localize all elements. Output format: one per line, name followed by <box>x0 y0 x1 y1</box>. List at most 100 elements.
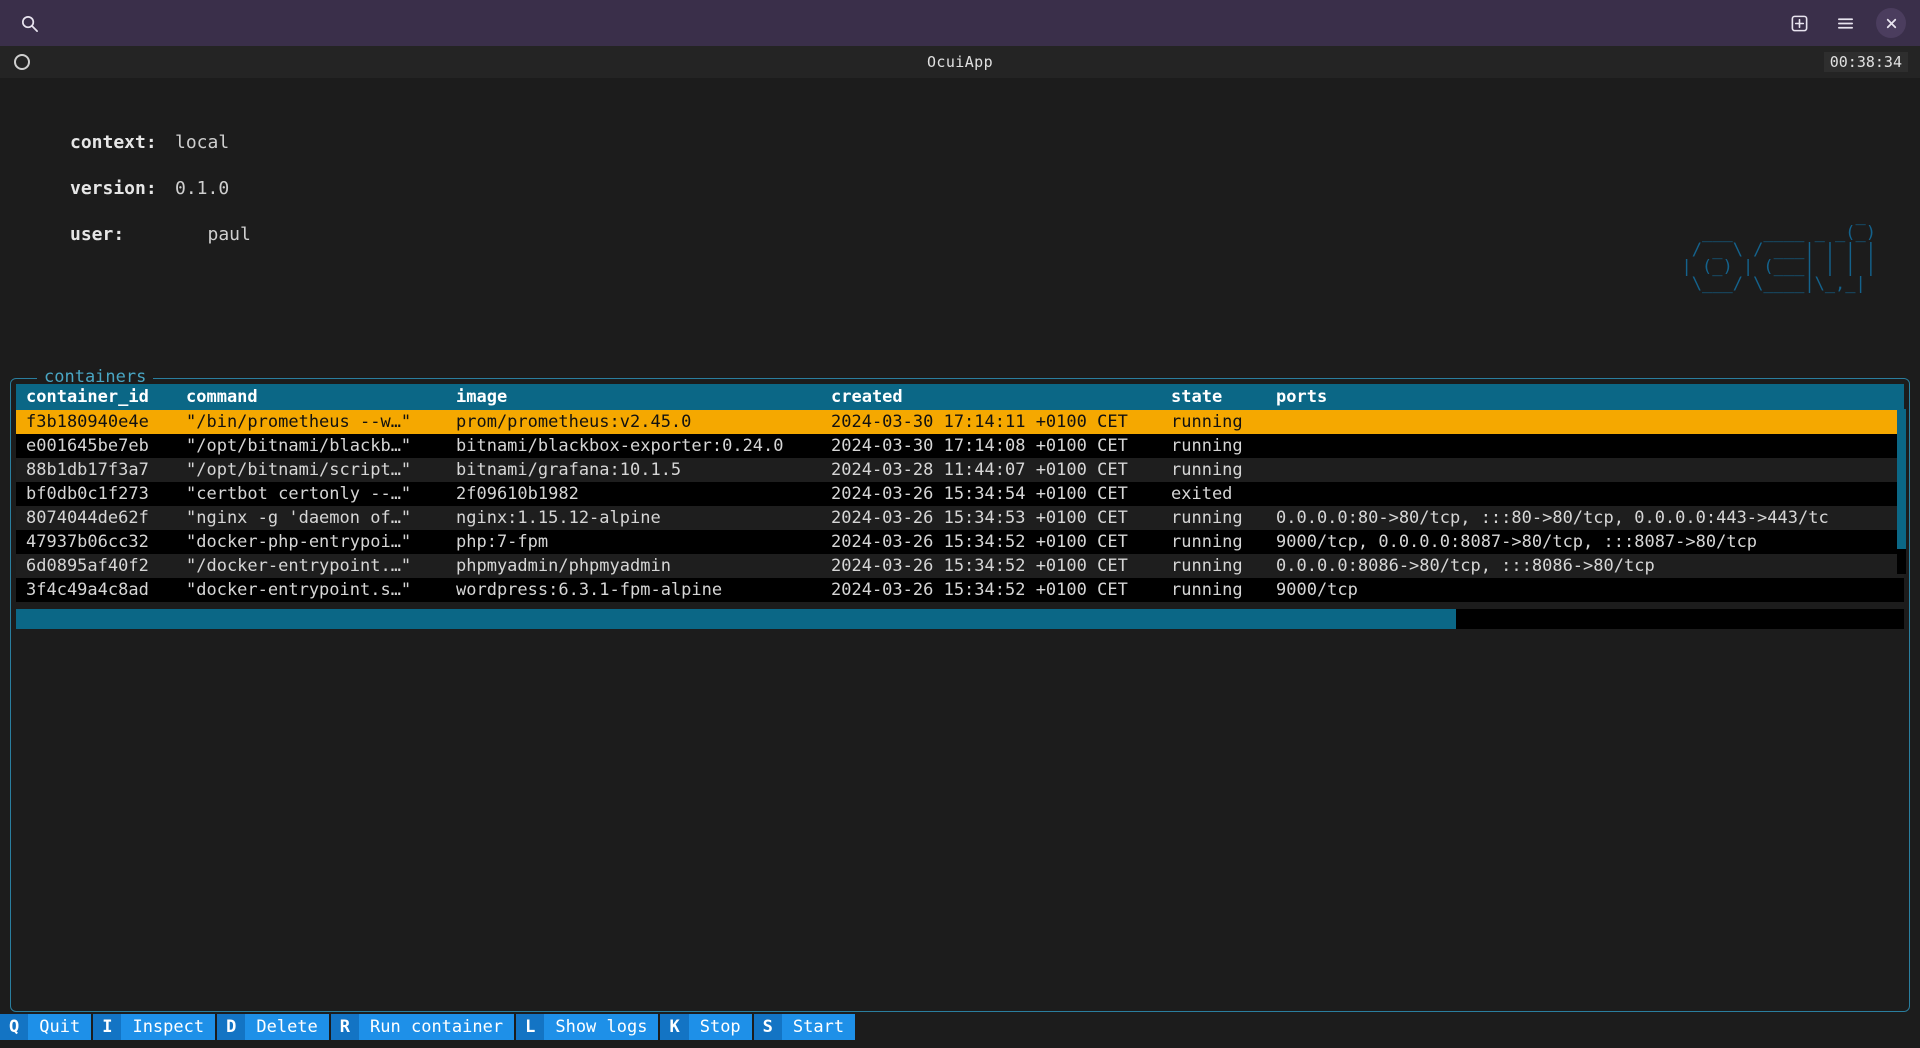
cell-ports: 9000/tcp <box>1266 578 1904 602</box>
cell-image: 2f09610b1982 <box>446 482 821 506</box>
cell-command: "certbot certonly --…" <box>176 482 446 506</box>
cell-created: 2024-03-26 15:34:52 +0100 CET <box>821 554 1161 578</box>
keybind-key-show-logs[interactable]: L <box>516 1014 544 1040</box>
cell-command: "/docker-entrypoint.…" <box>176 554 446 578</box>
cell-command: "docker-php-entrypoi…" <box>176 530 446 554</box>
cell-state: running <box>1161 554 1266 578</box>
cell-created: 2024-03-30 17:14:11 +0100 CET <box>821 410 1161 434</box>
table-row[interactable]: 8074044de62f"nginx -g 'daemon of…"nginx:… <box>16 506 1904 530</box>
containers-table-wrap[interactable]: container_id command image created state… <box>16 384 1904 609</box>
info-value: paul <box>175 212 251 258</box>
info-key: context: <box>70 120 175 166</box>
terminal-tab-strip: OcuiApp 00:38:34 <box>0 46 1920 78</box>
column-header-ports[interactable]: ports <box>1266 384 1904 410</box>
cell-command: "nginx -g 'daemon of…" <box>176 506 446 530</box>
window-controls <box>1784 8 1906 38</box>
cell-ports <box>1266 434 1904 458</box>
cell-created: 2024-03-26 15:34:52 +0100 CET <box>821 578 1161 602</box>
cell-image: phpmyadmin/phpmyadmin <box>446 554 821 578</box>
cell-state: running <box>1161 530 1266 554</box>
cell-created: 2024-03-26 15:34:53 +0100 CET <box>821 506 1161 530</box>
info-row-context: context: local <box>70 120 251 166</box>
cell-image: nginx:1.15.12-alpine <box>446 506 821 530</box>
table-row[interactable]: 88b1db17f3a7"/opt/bitnami/script…"bitnam… <box>16 458 1904 482</box>
cell-command: "/opt/bitnami/script…" <box>176 458 446 482</box>
info-row-user: user: paul <box>70 212 251 258</box>
table-row[interactable]: 6d0895af40f2"/docker-entrypoint.…"phpmya… <box>16 554 1904 578</box>
cell-state: running <box>1161 458 1266 482</box>
horizontal-scrollbar-thumb[interactable] <box>16 609 1456 629</box>
containers-panel: containers container_id command image cr… <box>10 378 1910 1012</box>
containers-table: container_id command image created state… <box>16 384 1904 602</box>
cell-created: 2024-03-30 17:14:08 +0100 CET <box>821 434 1161 458</box>
hamburger-menu-icon[interactable] <box>1830 8 1860 38</box>
keybind-label-delete[interactable]: Delete <box>245 1014 328 1040</box>
keybind-label-run-container[interactable]: Run container <box>359 1014 514 1040</box>
terminal-title: OcuiApp <box>0 53 1920 71</box>
cell-state: running <box>1161 434 1266 458</box>
cell-command: "/bin/prometheus --w…" <box>176 410 446 434</box>
keybind-key-run-container[interactable]: R <box>331 1014 359 1040</box>
column-header-container-id[interactable]: container_id <box>16 384 176 410</box>
cell-ports <box>1266 458 1904 482</box>
keybind-label-start[interactable]: Start <box>782 1014 855 1040</box>
containers-table-body: f3b180940e4e"/bin/prometheus --w…"prom/p… <box>16 410 1904 602</box>
cell-ports: 0.0.0.0:8086->80/tcp, :::8086->80/tcp <box>1266 554 1904 578</box>
cell-image: bitnami/blackbox-exporter:0.24.0 <box>446 434 821 458</box>
table-row[interactable]: e001645be7eb"/opt/bitnami/blackb…"bitnam… <box>16 434 1904 458</box>
cell-container-id: 88b1db17f3a7 <box>16 458 176 482</box>
window-titlebar <box>0 0 1920 46</box>
cell-command: "docker-entrypoint.s…" <box>176 578 446 602</box>
cell-container-id: 3f4c49a4c8ad <box>16 578 176 602</box>
info-row-version: version: 0.1.0 <box>70 166 251 212</box>
column-header-created[interactable]: created <box>821 384 1161 410</box>
keybind-key-stop[interactable]: K <box>660 1014 688 1040</box>
keybind-key-quit[interactable]: Q <box>0 1014 28 1040</box>
keybind-label-inspect[interactable]: Inspect <box>121 1014 215 1040</box>
cell-created: 2024-03-26 15:34:54 +0100 CET <box>821 482 1161 506</box>
keybind-label-quit[interactable]: Quit <box>28 1014 91 1040</box>
table-header-row: container_id command image created state… <box>16 384 1904 410</box>
cell-created: 2024-03-26 15:34:52 +0100 CET <box>821 530 1161 554</box>
keybind-label-show-logs[interactable]: Show logs <box>544 1014 658 1040</box>
cell-command: "/opt/bitnami/blackb…" <box>176 434 446 458</box>
header-info: context: local version: 0.1.0 user: paul <box>70 120 251 258</box>
cell-container-id: e001645be7eb <box>16 434 176 458</box>
info-value: local <box>175 120 229 166</box>
cell-ports <box>1266 410 1904 434</box>
keybind-key-inspect[interactable]: I <box>93 1014 121 1040</box>
info-key: user: <box>70 212 175 258</box>
cell-ports <box>1266 482 1904 506</box>
search-icon[interactable] <box>14 8 44 38</box>
circle-icon <box>14 54 30 70</box>
keybinding-bar: QQuitIInspectDDeleteRRun containerLShow … <box>0 1014 1920 1040</box>
cell-state: running <box>1161 578 1266 602</box>
column-header-image[interactable]: image <box>446 384 821 410</box>
cell-created: 2024-03-28 11:44:07 +0100 CET <box>821 458 1161 482</box>
cell-container-id: bf0db0c1f273 <box>16 482 176 506</box>
cell-ports: 0.0.0.0:80->80/tcp, :::80->80/tcp, 0.0.0… <box>1266 506 1904 530</box>
column-header-state[interactable]: state <box>1161 384 1266 410</box>
app-body: context: local version: 0.1.0 user: paul… <box>0 78 1920 1048</box>
table-row[interactable]: 3f4c49a4c8ad"docker-entrypoint.s…"wordpr… <box>16 578 1904 602</box>
new-tab-icon[interactable] <box>1784 8 1814 38</box>
table-row[interactable]: bf0db0c1f273"certbot certonly --…"2f0961… <box>16 482 1904 506</box>
cell-state: running <box>1161 506 1266 530</box>
keybind-label-stop[interactable]: Stop <box>689 1014 752 1040</box>
cell-image: bitnami/grafana:10.1.5 <box>446 458 821 482</box>
keybind-key-delete[interactable]: D <box>217 1014 245 1040</box>
cell-container-id: 8074044de62f <box>16 506 176 530</box>
info-value: 0.1.0 <box>175 166 229 212</box>
cell-image: php:7-fpm <box>446 530 821 554</box>
cell-container-id: 6d0895af40f2 <box>16 554 176 578</box>
cell-image: prom/prometheus:v2.45.0 <box>446 410 821 434</box>
close-icon[interactable] <box>1876 8 1906 38</box>
column-header-command[interactable]: command <box>176 384 446 410</box>
info-key: version: <box>70 166 175 212</box>
keybind-key-start[interactable]: S <box>754 1014 782 1040</box>
vertical-scrollbar-thumb[interactable] <box>1897 409 1906 549</box>
table-row[interactable]: 47937b06cc32"docker-php-entrypoi…"php:7-… <box>16 530 1904 554</box>
table-row[interactable]: f3b180940e4e"/bin/prometheus --w…"prom/p… <box>16 410 1904 434</box>
cell-container-id: 47937b06cc32 <box>16 530 176 554</box>
cell-image: wordpress:6.3.1-fpm-alpine <box>446 578 821 602</box>
